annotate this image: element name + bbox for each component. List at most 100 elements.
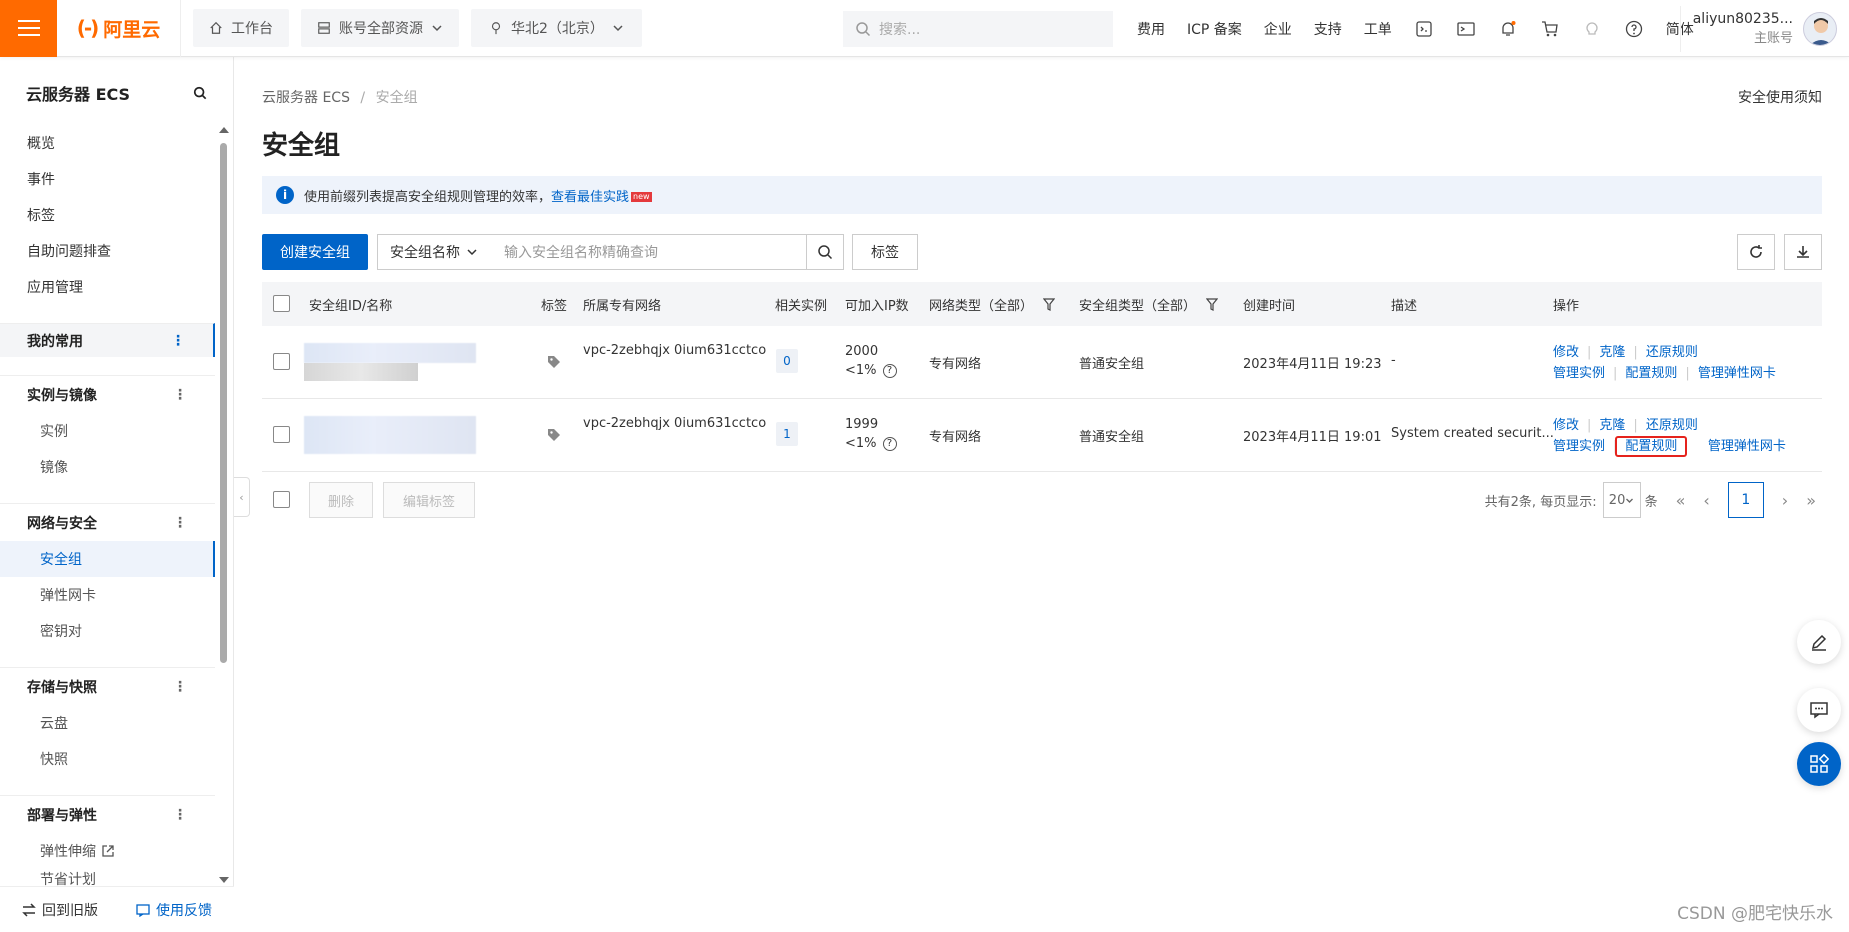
create-security-group-button[interactable]: 创建安全组 <box>262 234 368 270</box>
instance-count[interactable]: 1 <box>776 422 798 446</box>
edit-tags-button[interactable]: 编辑标签 <box>383 482 475 518</box>
modify-link[interactable]: 修改 <box>1553 345 1579 360</box>
tag-icon[interactable] <box>547 428 561 446</box>
clone-link[interactable]: 克隆 <box>1599 418 1625 433</box>
sidebar-item-troubleshoot[interactable]: 自助问题排查 <box>0 233 215 269</box>
aliyun-logo[interactable]: (-) 阿里云 <box>57 0 181 57</box>
manage-eni-link[interactable]: 管理弹性网卡 <box>1708 439 1786 454</box>
sidebar-item-autoscaling[interactable]: 弹性伸缩 <box>0 833 215 869</box>
top-link-support[interactable]: 支持 <box>1314 19 1342 39</box>
help-icon[interactable]: ? <box>882 363 897 378</box>
tag-filter-button[interactable]: 标签 <box>852 234 918 270</box>
apps-float-button[interactable] <box>1797 742 1841 786</box>
breadcrumb-separator: / <box>360 90 366 106</box>
global-search-input[interactable]: 搜索... <box>843 11 1113 47</box>
sidebar-group-network[interactable]: 网络与安全 ⋮ <box>0 503 215 541</box>
security-group-search-input[interactable]: 输入安全组名称精确查询 <box>490 234 808 270</box>
search-icon[interactable] <box>193 86 207 100</box>
configure-rules-link[interactable]: 配置规则 <box>1625 366 1677 381</box>
sidebar-item-security-groups[interactable]: 安全组 <box>0 541 215 577</box>
more-icon[interactable]: ⋮ <box>171 333 185 349</box>
refresh-button[interactable] <box>1737 234 1775 270</box>
help-icon[interactable] <box>1624 19 1644 39</box>
tag-icon[interactable] <box>547 355 561 373</box>
modify-link[interactable]: 修改 <box>1553 418 1579 433</box>
code-icon[interactable] <box>1414 19 1434 39</box>
sidebar-group-storage[interactable]: 存储与快照 ⋮ <box>0 667 215 705</box>
edit-float-button[interactable] <box>1797 620 1841 664</box>
vpc-id[interactable]: vpc-2zebhqjx 0ium631cctco <box>583 416 766 431</box>
avatar[interactable] <box>1803 12 1837 46</box>
region-selector[interactable]: 华北2（北京） <box>471 9 642 47</box>
bell-icon[interactable] <box>1498 19 1518 39</box>
delete-button[interactable]: 删除 <box>309 482 373 518</box>
sidebar-item-images[interactable]: 镜像 <box>0 449 215 485</box>
sidebar-scrollbar[interactable] <box>219 125 229 885</box>
sidebar-collapse-toggle[interactable]: ‹ <box>234 477 250 517</box>
sidebar-item-disks[interactable]: 云盘 <box>0 705 215 741</box>
sidebar-item-tags[interactable]: 标签 <box>0 197 215 233</box>
user-menu[interactable]: aliyun80235... 主账号 <box>1679 6 1837 52</box>
select-all-checkbox[interactable] <box>273 295 290 312</box>
filter-select[interactable]: 安全组名称 <box>377 234 491 270</box>
clone-link[interactable]: 克隆 <box>1599 345 1625 360</box>
first-page-icon[interactable]: « <box>1676 491 1686 510</box>
sidebar-item-events[interactable]: 事件 <box>0 161 215 197</box>
restore-rules-link[interactable]: 还原规则 <box>1646 345 1698 360</box>
next-page-icon[interactable]: › <box>1782 491 1788 510</box>
cart-icon[interactable] <box>1540 19 1560 39</box>
restore-rules-link[interactable]: 还原规则 <box>1646 418 1698 433</box>
sidebar-group-favorites[interactable]: 我的常用 ⋮ <box>0 323 215 357</box>
filter-icon[interactable] <box>1043 297 1056 311</box>
download-button[interactable] <box>1784 234 1822 270</box>
configure-rules-link[interactable]: 配置规则 <box>1615 436 1688 457</box>
top-link-fees[interactable]: 费用 <box>1137 19 1165 39</box>
col-sg-type[interactable]: 安全组类型（全部） <box>1079 295 1219 314</box>
manage-eni-link[interactable]: 管理弹性网卡 <box>1698 366 1776 381</box>
chat-float-button[interactable] <box>1797 688 1841 732</box>
row-checkbox[interactable] <box>273 426 290 443</box>
manage-instances-link[interactable]: 管理实例 <box>1553 439 1605 454</box>
top-link-ticket[interactable]: 工单 <box>1364 19 1392 39</box>
manage-instances-link[interactable]: 管理实例 <box>1553 366 1605 381</box>
menu-icon[interactable] <box>0 0 57 57</box>
feedback-link[interactable]: 使用反馈 <box>136 900 212 920</box>
scroll-down-icon[interactable] <box>219 877 229 885</box>
sidebar-group-deploy[interactable]: 部署与弹性 ⋮ <box>0 795 215 833</box>
scrollbar-thumb[interactable] <box>220 143 227 663</box>
page-1-button[interactable]: 1 <box>1727 482 1764 518</box>
instance-count[interactable]: 0 <box>776 349 798 373</box>
sidebar-item-apps[interactable]: 应用管理 <box>0 269 215 305</box>
more-icon[interactable]: ⋮ <box>173 515 187 531</box>
vpc-id[interactable]: vpc-2zebhqjx 0ium631cctco <box>583 343 766 358</box>
more-icon[interactable]: ⋮ <box>173 387 187 403</box>
row-checkbox[interactable] <box>273 353 290 370</box>
page-size-select[interactable]: 20 <box>1602 482 1641 518</box>
workbench-button[interactable]: 工作台 <box>193 9 289 47</box>
col-network-type[interactable]: 网络类型（全部） <box>929 295 1056 314</box>
help-icon[interactable]: ? <box>882 436 897 451</box>
security-notice-link[interactable]: 安全使用须知 <box>1738 87 1822 107</box>
sidebar-item-snapshots[interactable]: 快照 <box>0 741 215 777</box>
sidebar-item-keypairs[interactable]: 密钥对 <box>0 613 215 649</box>
back-old-version[interactable]: 回到旧版 <box>22 900 98 920</box>
prev-page-icon[interactable]: ‹ <box>1703 491 1709 510</box>
sidebar-item-instances[interactable]: 实例 <box>0 413 215 449</box>
last-page-icon[interactable]: » <box>1806 491 1816 510</box>
more-icon[interactable]: ⋮ <box>173 807 187 823</box>
bulk-select-checkbox[interactable] <box>273 491 290 508</box>
lightbulb-icon[interactable] <box>1582 19 1602 39</box>
scroll-up-icon[interactable] <box>219 125 229 133</box>
search-button[interactable] <box>806 234 844 270</box>
resource-selector[interactable]: 账号全部资源 <box>301 9 459 47</box>
best-practice-link[interactable]: 查看最佳实践 <box>551 190 629 205</box>
more-icon[interactable]: ⋮ <box>173 679 187 695</box>
sidebar-item-eni[interactable]: 弹性网卡 <box>0 577 215 613</box>
breadcrumb-ecs[interactable]: 云服务器 ECS <box>262 90 350 106</box>
top-link-enterprise[interactable]: 企业 <box>1264 19 1292 39</box>
sidebar-item-overview[interactable]: 概览 <box>0 125 215 161</box>
filter-icon[interactable] <box>1206 297 1219 311</box>
terminal-icon[interactable] <box>1456 19 1476 39</box>
sidebar-group-instances[interactable]: 实例与镜像 ⋮ <box>0 375 215 413</box>
top-link-icp[interactable]: ICP 备案 <box>1187 19 1242 39</box>
